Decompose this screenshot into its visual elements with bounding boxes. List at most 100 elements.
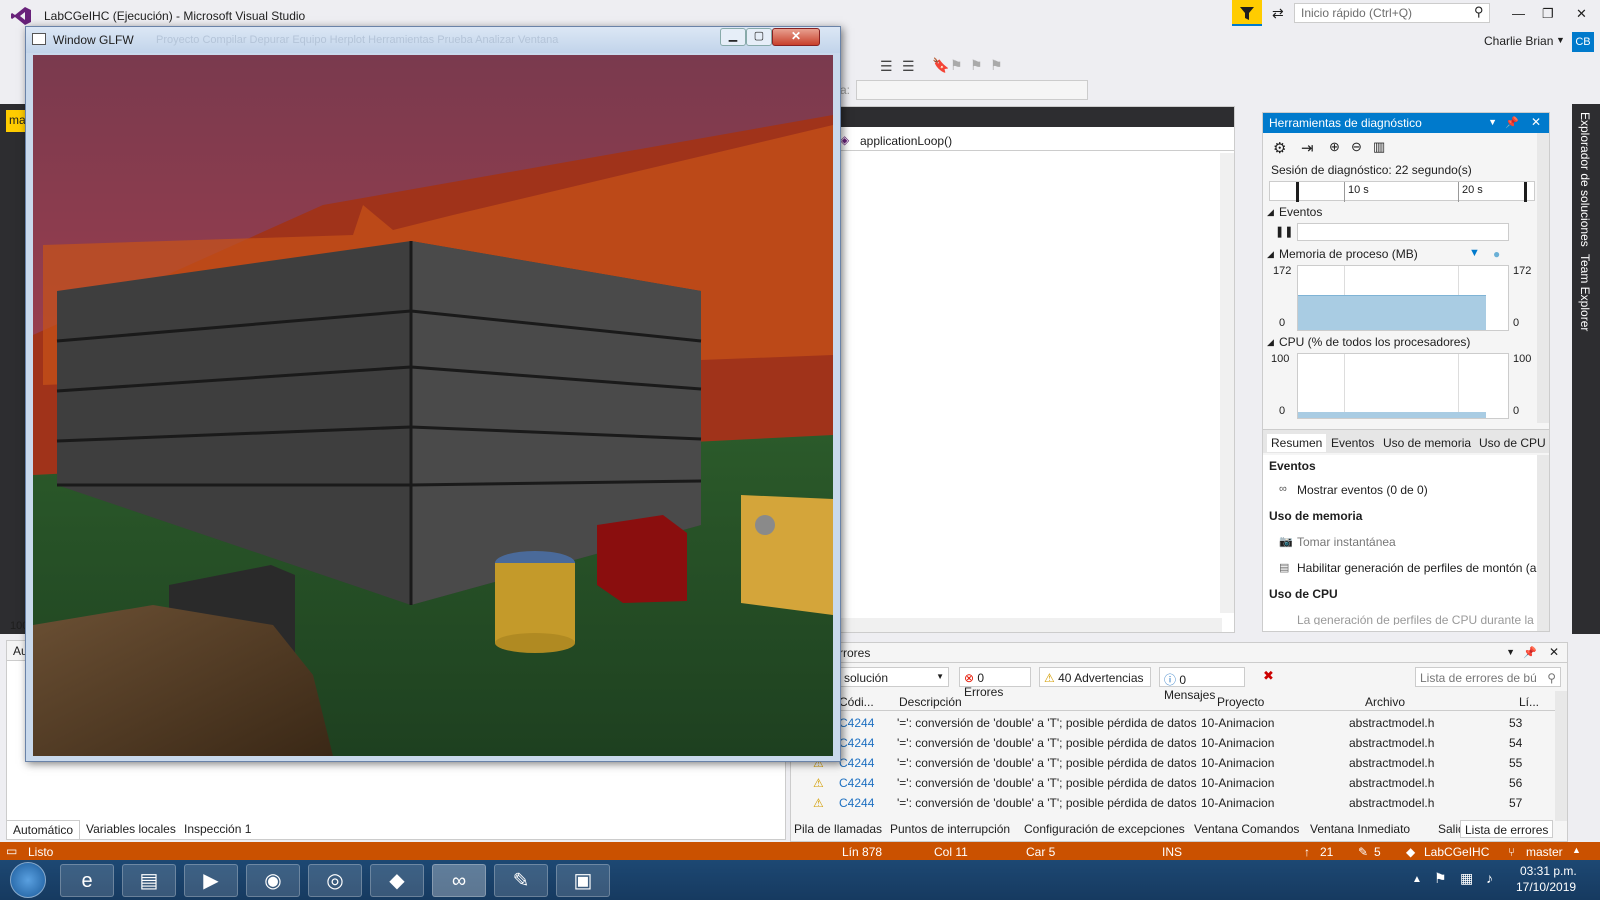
error-row[interactable]: ⚠C4244'=': conversión de 'double' a 'T';… [791, 733, 1555, 753]
maximize-button[interactable]: ▢ [746, 28, 772, 46]
solution-explorer-tab[interactable]: Explorador de soluciones [1578, 112, 1592, 247]
tab-call-stack[interactable]: Pila de llamadas [794, 822, 882, 836]
scope-select[interactable]: solución ▼ [839, 667, 949, 687]
clock-time[interactable]: 03:31 p.m. [1520, 864, 1577, 878]
restore-button[interactable]: ❐ [1542, 6, 1554, 22]
error-code[interactable]: C4244 [839, 756, 874, 770]
dropdown-icon[interactable]: ▼ [1488, 117, 1497, 127]
summary-scrollbar[interactable] [1537, 455, 1549, 631]
error-row[interactable]: ⚠C4244'=': conversión de 'double' a 'T';… [791, 713, 1555, 733]
indent-icon[interactable]: ☰ [880, 58, 893, 75]
col-file[interactable]: Archivo [1365, 695, 1405, 709]
team-explorer-tab[interactable]: Team Explorer [1578, 254, 1592, 331]
visual-studio-icon[interactable]: ∞ [432, 864, 486, 897]
clear-bookmark-icon[interactable]: ⚑ [990, 57, 1003, 74]
chevron-up-icon[interactable]: ▲ [1572, 845, 1581, 855]
editor-scrollbar[interactable] [1220, 153, 1234, 613]
tab-inspeccion[interactable]: Inspección 1 [184, 822, 251, 836]
error-code[interactable]: C4244 [839, 736, 874, 750]
diagnostics-scrollbar[interactable] [1537, 133, 1549, 423]
search-icon[interactable]: ⚲ [1474, 4, 1484, 20]
tab-exceptions[interactable]: Configuración de excepciones [1024, 822, 1185, 836]
prev-bookmark-icon[interactable]: ⚑ [950, 57, 963, 74]
notification-filter-icon[interactable] [1232, 0, 1262, 26]
status-pending[interactable]: 21 [1320, 845, 1333, 859]
error-row[interactable]: ⚠C4244'=': conversión de 'double' a 'T';… [791, 753, 1555, 773]
tab-error-list[interactable]: Lista de errores [1460, 820, 1554, 838]
code-editor[interactable]: ◈ applicationLoop() [835, 106, 1235, 633]
tab-variables-locales[interactable]: Variables locales [86, 822, 176, 836]
zoom-in-icon[interactable]: ⊕ [1329, 139, 1340, 155]
col-code[interactable]: Códi... [839, 695, 874, 709]
pin-icon[interactable]: 📌 [1523, 646, 1537, 659]
zoom-out-icon[interactable]: ⊖ [1351, 139, 1362, 155]
error-code[interactable]: C4244 [839, 776, 874, 790]
glfw-app-icon[interactable]: ▣ [556, 864, 610, 897]
error-search-input[interactable]: Lista de errores de bú ⚲ [1415, 667, 1561, 687]
close-panel-icon[interactable]: ✕ [1549, 645, 1559, 659]
clock-date[interactable]: 17/10/2019 [1516, 880, 1576, 894]
status-edits[interactable]: 5 [1374, 845, 1381, 859]
clear-filter-icon[interactable]: ✖ [1263, 668, 1274, 684]
collapse-icon[interactable]: ◢ [1267, 337, 1274, 348]
blender-icon[interactable]: ◎ [308, 864, 362, 897]
flag-icon[interactable]: ⚑ [1434, 870, 1447, 887]
explorer-icon[interactable]: ▤ [122, 864, 176, 897]
user-name[interactable]: Charlie Brian [1484, 34, 1553, 48]
error-code[interactable]: C4244 [839, 716, 874, 730]
error-code[interactable]: C4244 [839, 796, 874, 810]
pin-icon[interactable]: 📌 [1505, 116, 1519, 129]
avatar[interactable]: CB [1572, 32, 1594, 52]
show-events-link[interactable]: Mostrar eventos (0 de 0) [1297, 483, 1428, 497]
errors-filter-button[interactable]: ⊗ 0 Errores [959, 667, 1031, 699]
error-row[interactable]: ⚠C4244'=': conversión de 'double' a 'T';… [791, 773, 1555, 793]
bookmark-icon[interactable]: 🔖 [932, 57, 949, 74]
status-branch[interactable]: master [1526, 845, 1563, 859]
outdent-icon[interactable]: ☰ [902, 58, 915, 75]
network-icon[interactable]: ▦ [1460, 870, 1473, 887]
tab-command[interactable]: Ventana Comandos [1194, 822, 1299, 836]
timeline-ruler[interactable]: 10 s 20 s [1269, 181, 1535, 202]
next-bookmark-icon[interactable]: ⚑ [970, 57, 983, 74]
export-icon[interactable]: ⇥ [1301, 139, 1314, 157]
take-snapshot-button[interactable]: Tomar instantánea [1297, 535, 1396, 549]
messages-filter-button[interactable]: ⓘ 0 Mensajes [1159, 667, 1245, 702]
collapse-icon[interactable]: ◢ [1267, 207, 1274, 218]
status-repo[interactable]: LabCGeIHC [1424, 845, 1489, 859]
error-scrollbar[interactable] [1555, 691, 1567, 821]
tab-breakpoints[interactable]: Puntos de interrupción [890, 822, 1010, 836]
volume-icon[interactable]: ♪ [1486, 870, 1493, 886]
close-panel-icon[interactable]: ✕ [1531, 115, 1541, 129]
close-button[interactable]: ✕ [772, 28, 820, 46]
git-icon[interactable]: ◆ [370, 864, 424, 897]
ie-icon[interactable]: e [60, 864, 114, 897]
stack-frame-select[interactable] [856, 80, 1088, 100]
tab-uso-memoria[interactable]: Uso de memoria [1383, 436, 1471, 450]
member-navigation-bar[interactable]: ◈ applicationLoop() [836, 131, 1234, 151]
chrome-icon[interactable]: ◉ [246, 864, 300, 897]
tab-uso-cpu[interactable]: Uso de CPU [1479, 436, 1546, 450]
error-row[interactable]: ⚠C4244'=': conversión de 'double' a 'T';… [791, 793, 1555, 813]
media-player-icon[interactable]: ▶ [184, 864, 238, 897]
tab-automatico[interactable]: Automático [6, 820, 81, 840]
heap-profile-toggle[interactable]: Habilitar generación de perfiles de mont… [1297, 561, 1536, 575]
pause-icon[interactable]: ❚❚ [1275, 225, 1293, 238]
feedback-icon[interactable]: ⇄ [1272, 5, 1284, 22]
dropdown-icon[interactable]: ▼ [1506, 647, 1515, 657]
col-description[interactable]: Descripción [899, 695, 962, 709]
quick-launch-input[interactable]: Inicio rápido (Ctrl+Q) [1294, 3, 1490, 23]
editor-hscrollbar[interactable] [836, 618, 1222, 632]
close-button[interactable]: ✕ [1576, 6, 1587, 22]
col-line[interactable]: Lí... [1519, 695, 1539, 709]
minimize-button[interactable]: ▁ [720, 28, 746, 46]
reset-zoom-icon[interactable]: ▥ [1373, 139, 1385, 155]
settings-gear-icon[interactable]: ⚙ [1273, 139, 1286, 157]
start-button[interactable] [10, 862, 46, 898]
tab-resumen[interactable]: Resumen [1267, 434, 1327, 452]
warnings-filter-button[interactable]: ⚠ 40 Advertencias [1039, 667, 1151, 687]
paint-icon[interactable]: ✎ [494, 864, 548, 897]
collapse-icon[interactable]: ◢ [1267, 249, 1274, 260]
tab-eventos[interactable]: Eventos [1331, 436, 1374, 450]
glfw-window[interactable]: Window GLFW Proyecto Compilar Depurar Eq… [25, 26, 841, 762]
tray-expand-icon[interactable]: ▲ [1412, 874, 1422, 885]
